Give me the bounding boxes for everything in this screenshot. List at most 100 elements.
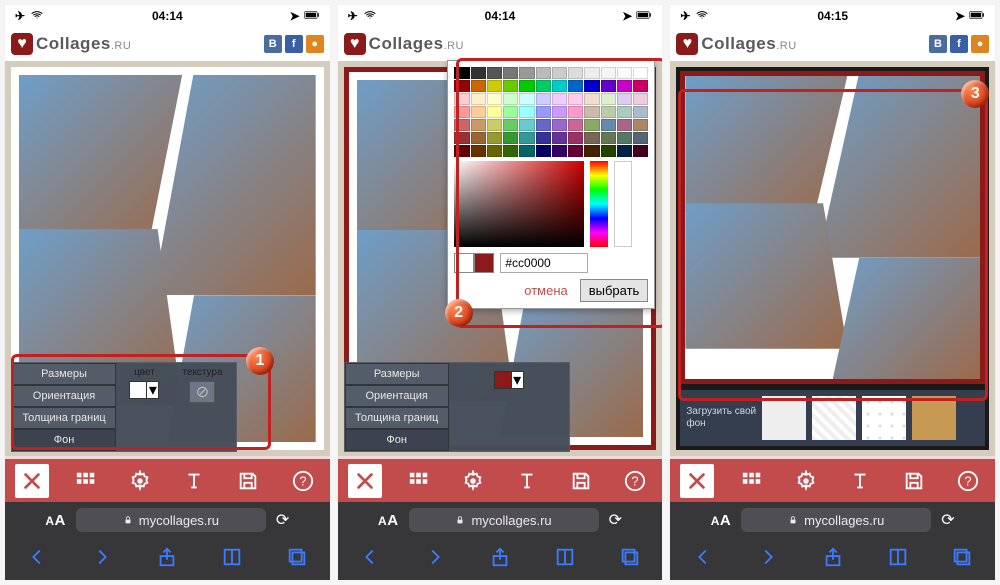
text-button[interactable] xyxy=(843,464,877,498)
swatch[interactable] xyxy=(487,67,502,79)
swatch[interactable] xyxy=(584,145,599,157)
back-button[interactable] xyxy=(359,546,381,573)
swatch[interactable] xyxy=(536,106,551,118)
tab-size[interactable]: Размеры xyxy=(345,363,449,385)
social-fb[interactable]: f xyxy=(285,35,303,53)
swatch[interactable] xyxy=(584,93,599,105)
swatch[interactable] xyxy=(552,67,567,79)
tabs-button[interactable] xyxy=(286,546,308,573)
swatch[interactable] xyxy=(454,80,469,92)
swatch[interactable] xyxy=(519,67,534,79)
swatch[interactable] xyxy=(633,67,648,79)
reload-icon[interactable]: ⟳ xyxy=(609,510,622,530)
url-box[interactable]: mycollages.ru xyxy=(76,508,266,532)
collage-slot[interactable] xyxy=(818,76,980,258)
swatch[interactable] xyxy=(568,119,583,131)
swatch[interactable] xyxy=(617,67,632,79)
color-swatch-button[interactable]: ▾ xyxy=(494,371,524,389)
swatch[interactable] xyxy=(519,80,534,92)
swatch[interactable] xyxy=(633,132,648,144)
swatch[interactable] xyxy=(519,119,534,131)
save-button[interactable] xyxy=(564,464,598,498)
swatch[interactable] xyxy=(552,93,567,105)
bookmarks-button[interactable] xyxy=(221,546,243,573)
forward-button[interactable] xyxy=(91,546,113,573)
swatch[interactable] xyxy=(487,145,502,157)
collage-slot[interactable] xyxy=(833,258,980,379)
swatch[interactable] xyxy=(519,93,534,105)
back-button[interactable] xyxy=(692,546,714,573)
settings-button[interactable] xyxy=(123,464,157,498)
swatch[interactable] xyxy=(601,132,616,144)
tab-orientation[interactable]: Ориентация xyxy=(345,385,449,407)
swatch[interactable] xyxy=(519,132,534,144)
swatch[interactable] xyxy=(584,119,599,131)
forward-button[interactable] xyxy=(424,546,446,573)
close-button[interactable] xyxy=(680,464,714,498)
social-vk[interactable]: B xyxy=(264,35,282,53)
swatch[interactable] xyxy=(519,106,534,118)
swatch[interactable] xyxy=(584,80,599,92)
texture-thumb[interactable] xyxy=(762,396,806,440)
swatch[interactable] xyxy=(584,106,599,118)
hex-input[interactable] xyxy=(500,253,588,273)
forward-button[interactable] xyxy=(757,546,779,573)
swatch[interactable] xyxy=(471,132,486,144)
swatch[interactable] xyxy=(454,132,469,144)
swatch[interactable] xyxy=(568,132,583,144)
swatch[interactable] xyxy=(471,67,486,79)
swatch[interactable] xyxy=(454,93,469,105)
swatch[interactable] xyxy=(633,93,648,105)
collage-slot[interactable] xyxy=(19,75,182,240)
collage-slot[interactable] xyxy=(685,76,847,212)
back-button[interactable] xyxy=(26,546,48,573)
swatch[interactable] xyxy=(552,145,567,157)
swatch[interactable] xyxy=(487,106,502,118)
bookmarks-button[interactable] xyxy=(887,546,909,573)
swatch[interactable] xyxy=(503,80,518,92)
swatch[interactable] xyxy=(454,67,469,79)
color-swatch-button[interactable]: ▾ xyxy=(129,381,159,399)
hue-slider[interactable] xyxy=(590,161,608,247)
swatch[interactable] xyxy=(536,145,551,157)
save-button[interactable] xyxy=(231,464,265,498)
collage[interactable] xyxy=(680,71,985,384)
swatch[interactable] xyxy=(487,119,502,131)
swatch[interactable] xyxy=(568,93,583,105)
swatch[interactable] xyxy=(617,80,632,92)
tab-size[interactable]: Размеры xyxy=(12,363,116,385)
swatch[interactable] xyxy=(471,106,486,118)
swatch[interactable] xyxy=(471,145,486,157)
swatch[interactable] xyxy=(601,119,616,131)
social-ok[interactable]: ● xyxy=(971,35,989,53)
text-size-button[interactable]: AA xyxy=(711,512,732,529)
url-box[interactable]: mycollages.ru xyxy=(741,508,931,532)
choose-button[interactable]: выбрать xyxy=(580,279,649,302)
reload-icon[interactable]: ⟳ xyxy=(276,510,289,530)
swatch[interactable] xyxy=(633,80,648,92)
swatch[interactable] xyxy=(601,80,616,92)
social-ok[interactable]: ● xyxy=(306,35,324,53)
swatch[interactable] xyxy=(552,119,567,131)
swatch[interactable] xyxy=(617,106,632,118)
preset-swatches[interactable] xyxy=(454,67,648,157)
swatch[interactable] xyxy=(503,119,518,131)
swatch[interactable] xyxy=(536,80,551,92)
swatch[interactable] xyxy=(519,145,534,157)
swatch[interactable] xyxy=(536,119,551,131)
swatch[interactable] xyxy=(503,106,518,118)
tabs-button[interactable] xyxy=(619,546,641,573)
social-vk[interactable]: B xyxy=(929,35,947,53)
text-button[interactable] xyxy=(177,464,211,498)
share-button[interactable] xyxy=(156,546,178,573)
swatch[interactable] xyxy=(536,67,551,79)
text-size-button[interactable]: AA xyxy=(45,512,66,529)
swatch[interactable] xyxy=(584,67,599,79)
swatch[interactable] xyxy=(601,93,616,105)
close-button[interactable] xyxy=(348,464,382,498)
text-size-button[interactable]: AA xyxy=(378,512,399,529)
swatch[interactable] xyxy=(454,106,469,118)
swatch[interactable] xyxy=(617,132,632,144)
swatch[interactable] xyxy=(454,119,469,131)
share-button[interactable] xyxy=(489,546,511,573)
